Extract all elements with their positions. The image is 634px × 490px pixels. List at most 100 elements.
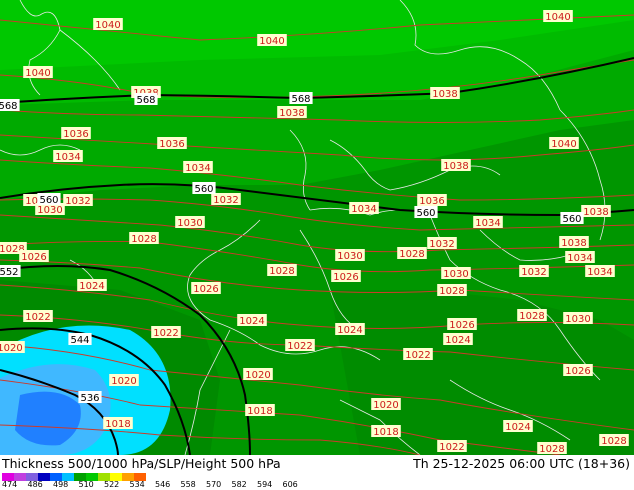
isobar-label: 1018 [371, 425, 401, 438]
svg-text:1018: 1018 [105, 419, 130, 430]
svg-text:1032: 1032 [521, 267, 546, 278]
svg-text:1040: 1040 [551, 139, 576, 150]
isobar-label: 1036 [157, 137, 187, 150]
svg-text:1024: 1024 [239, 316, 264, 327]
isobar-label: 1028 [129, 232, 159, 245]
svg-text:1024: 1024 [445, 335, 470, 346]
height-label: 560 [192, 182, 216, 195]
svg-text:1030: 1030 [337, 251, 362, 262]
isobar-label: 1028 [517, 309, 547, 322]
svg-text:1020: 1020 [373, 400, 398, 411]
svg-text:560: 560 [416, 208, 435, 219]
isobar-label: 1040 [93, 18, 123, 31]
svg-text:1032: 1032 [65, 196, 90, 207]
isobar-label: 1034 [473, 216, 503, 229]
svg-text:1028: 1028 [439, 286, 464, 297]
svg-text:1038: 1038 [583, 207, 608, 218]
isobar-label: 1030 [175, 216, 205, 229]
svg-text:1022: 1022 [287, 341, 312, 352]
isobar-label: 1034 [349, 202, 379, 215]
isobar-label: 1018 [245, 404, 275, 417]
isobar-label: 1022 [285, 339, 315, 352]
height-label: 560 [414, 206, 438, 219]
isobar-label: 1040 [543, 10, 573, 23]
svg-text:1024: 1024 [79, 281, 104, 292]
isobar-label: 1024 [237, 314, 267, 327]
svg-text:1036: 1036 [419, 196, 444, 207]
isobar-label: 1038 [441, 159, 471, 172]
svg-text:1026: 1026 [333, 272, 358, 283]
svg-text:1040: 1040 [545, 12, 570, 23]
svg-text:1028: 1028 [601, 436, 626, 447]
isobar-label: 1026 [191, 282, 221, 295]
svg-text:1032: 1032 [213, 195, 238, 206]
isobar-label: 1026 [563, 364, 593, 377]
svg-text:1032: 1032 [429, 239, 454, 250]
isobar-label: 1026 [331, 270, 361, 283]
svg-text:568: 568 [0, 101, 18, 112]
svg-text:1018: 1018 [373, 427, 398, 438]
footer: Thickness 500/1000 hPa/SLP/Height 500 hP… [0, 455, 634, 490]
isobar-label: 1034 [585, 265, 615, 278]
svg-text:1028: 1028 [539, 444, 564, 455]
isobar-label: 1020 [243, 368, 273, 381]
svg-text:1028: 1028 [519, 311, 544, 322]
weather-chart: 1040 1040 1040 1038 1038 1038 1040 1040 1036 1036… [0, 0, 634, 490]
isobar-label: 1034 [183, 161, 213, 174]
isobar-label: 1040 [549, 137, 579, 150]
svg-text:1022: 1022 [153, 328, 178, 339]
svg-text:1030: 1030 [177, 218, 202, 229]
svg-text:1026: 1026 [449, 320, 474, 331]
isobar-label: 1028 [437, 284, 467, 297]
svg-text:1040: 1040 [259, 36, 284, 47]
svg-text:1034: 1034 [567, 253, 592, 264]
isobar-label: 1022 [23, 310, 53, 323]
svg-text:1040: 1040 [25, 68, 50, 79]
svg-text:1034: 1034 [475, 218, 500, 229]
isobar-label: 1024 [335, 323, 365, 336]
scale-tick-label: 594 [257, 480, 273, 489]
isobar-label: 1020 [109, 374, 139, 387]
svg-text:1020: 1020 [245, 370, 270, 381]
svg-text:1018: 1018 [247, 406, 272, 417]
isobar-label: 1024 [77, 279, 107, 292]
isobar-label: 1034 [565, 251, 595, 264]
scale-tick-label: 570 [206, 480, 222, 489]
isobar-label: 1040 [23, 66, 53, 79]
svg-text:1022: 1022 [439, 442, 464, 453]
svg-text:1034: 1034 [587, 267, 612, 278]
svg-text:1020: 1020 [0, 343, 23, 354]
svg-text:1034: 1034 [351, 204, 376, 215]
isobar-label: 1024 [443, 333, 473, 346]
height-label: 568 [0, 99, 20, 112]
svg-text:552: 552 [0, 267, 19, 278]
svg-text:568: 568 [136, 95, 155, 106]
isobar-label: 1022 [151, 326, 181, 339]
isobar-label: 1028 [267, 264, 297, 277]
isobar-label: 1038 [277, 106, 307, 119]
svg-text:560: 560 [194, 184, 213, 195]
isobar-label: 1018 [103, 417, 133, 430]
svg-text:1024: 1024 [505, 422, 530, 433]
isobar-label: 1038 [559, 236, 589, 249]
scale-tick-label: 534 [129, 480, 145, 489]
isobar-label: 1020 [371, 398, 401, 411]
isobar-label: 1022 [437, 440, 467, 453]
svg-text:1038: 1038 [561, 238, 586, 249]
isobar-label: 1036 [61, 127, 91, 140]
scale-tick-label: 486 [27, 480, 43, 489]
height-label: 568 [134, 93, 158, 106]
isobar-label: 1020 [0, 341, 25, 354]
isobar-label: 1022 [403, 348, 433, 361]
isobar-label: 1040 [257, 34, 287, 47]
svg-text:1024: 1024 [337, 325, 362, 336]
height-label: 552 [0, 265, 21, 278]
isobar-label: 1032 [519, 265, 549, 278]
isobar-label: 1038 [430, 87, 460, 100]
scale-tick-label: 606 [282, 480, 298, 489]
svg-text:1022: 1022 [405, 350, 430, 361]
height-label: 536 [78, 391, 102, 404]
svg-text:1040: 1040 [95, 20, 120, 31]
isobar-label: 1036 [417, 194, 447, 207]
svg-text:1028: 1028 [131, 234, 156, 245]
